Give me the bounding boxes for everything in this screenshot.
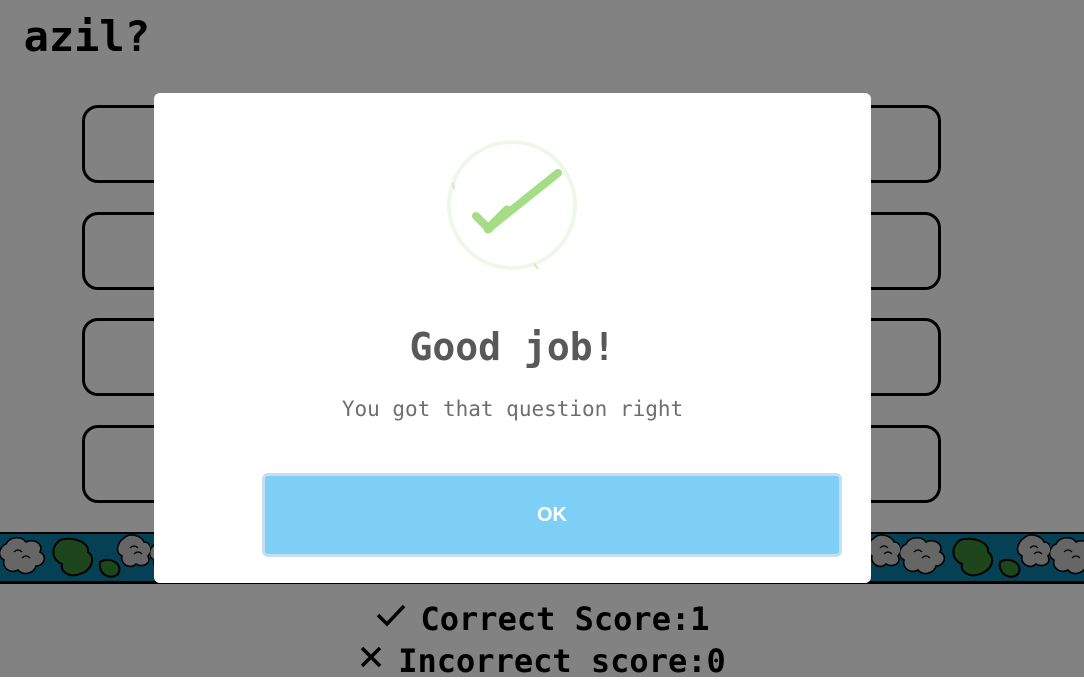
dialog-message: You got that question right [341, 397, 684, 421]
ok-button[interactable]: OK [262, 473, 842, 557]
dialog-title: Good job! [409, 325, 616, 369]
result-dialog: Good job! You got that question right OK [154, 93, 871, 583]
success-check-icon [446, 139, 578, 271]
